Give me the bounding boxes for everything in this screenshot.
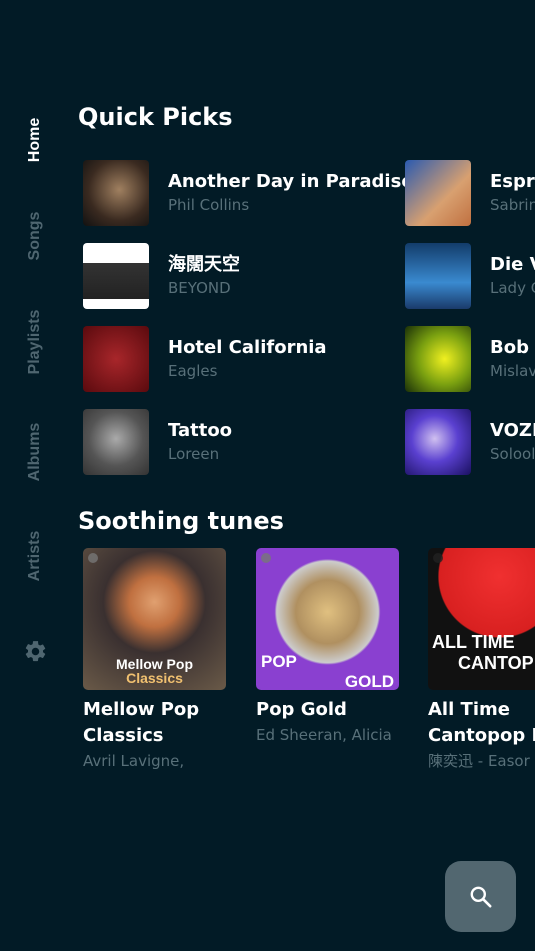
- soothing-tunes-title: Soothing tunes: [78, 507, 284, 535]
- song-title: Bob M: [490, 337, 535, 358]
- playlist-subtitle: 陳奕迅 - Easor: [428, 752, 530, 770]
- song-title: VOZE: [490, 420, 535, 441]
- playlist-badge-icon: [88, 553, 98, 563]
- quick-pick-item[interactable]: Espre Sabrin: [405, 160, 535, 226]
- playlist-card[interactable]: ALL TIME CANTOP All Time Cantopop H 陳奕迅 -…: [428, 548, 535, 773]
- quick-pick-item[interactable]: Die V Lady G: [405, 243, 535, 309]
- playlist-subtitle: Ed Sheeran, Alicia: [256, 726, 392, 744]
- album-art: [405, 326, 471, 392]
- song-artist: Mislav: [490, 362, 535, 380]
- album-art: [405, 160, 471, 226]
- quick-pick-item[interactable]: Tattoo Loreen: [83, 409, 232, 475]
- playlist-art: POP GOLD: [256, 548, 399, 690]
- song-title: Die V: [490, 254, 535, 275]
- song-title: Tattoo: [168, 420, 233, 441]
- art-text: CANTOP: [458, 653, 534, 673]
- playlist-title: Pop Gold: [256, 699, 347, 720]
- playlist-subtitle: Avril Lavigne,: [83, 752, 185, 770]
- song-artist: Phil Collins: [168, 196, 250, 214]
- album-art: [83, 409, 149, 475]
- song-title: Another Day in Paradise: [168, 171, 414, 192]
- playlist-title: Mellow Pop Classics: [83, 699, 200, 746]
- art-text: POP: [261, 652, 297, 671]
- quick-pick-item[interactable]: Bob M Mislav: [405, 326, 535, 392]
- album-art: [83, 326, 149, 392]
- quick-pick-item[interactable]: 海闊天空 BEYOND: [83, 243, 240, 309]
- song-artist: Solool: [490, 445, 535, 463]
- playlist-badge-icon: [433, 553, 443, 563]
- album-art: [83, 243, 149, 309]
- art-text: ALL TIME: [432, 632, 515, 652]
- song-artist: Lady G: [490, 279, 535, 297]
- art-text: GOLD: [344, 672, 394, 690]
- quick-pick-item[interactable]: Hotel California Eagles: [83, 326, 327, 392]
- song-title: 海闊天空: [168, 254, 240, 275]
- playlist-card[interactable]: Mellow Pop Classics Mellow Pop Classics A…: [83, 548, 226, 773]
- album-art: [405, 409, 471, 475]
- song-title: Hotel California: [168, 337, 327, 358]
- quick-pick-item[interactable]: VOZE Solool: [405, 409, 535, 475]
- song-artist: Eagles: [168, 362, 218, 380]
- search-icon: [470, 886, 492, 908]
- song-artist: BEYOND: [168, 279, 231, 297]
- playlist-art: Mellow Pop Classics: [83, 548, 226, 690]
- playlist-card[interactable]: POP GOLD Pop Gold Ed Sheeran, Alicia: [256, 548, 399, 747]
- playlist-badge-icon: [261, 553, 271, 563]
- art-text: Classics: [126, 670, 183, 686]
- album-art: [405, 243, 471, 309]
- playlist-art: ALL TIME CANTOP: [428, 548, 535, 690]
- song-title: Espre: [490, 171, 535, 192]
- song-artist: Loreen: [168, 445, 220, 463]
- album-art: [83, 160, 149, 226]
- playlist-title: All Time Cantopop H: [428, 699, 535, 746]
- quick-pick-item[interactable]: Another Day in Paradise Phil Collins: [83, 160, 414, 226]
- search-button[interactable]: [445, 861, 516, 932]
- song-artist: Sabrin: [490, 196, 535, 214]
- quick-picks-title: Quick Picks: [78, 103, 233, 131]
